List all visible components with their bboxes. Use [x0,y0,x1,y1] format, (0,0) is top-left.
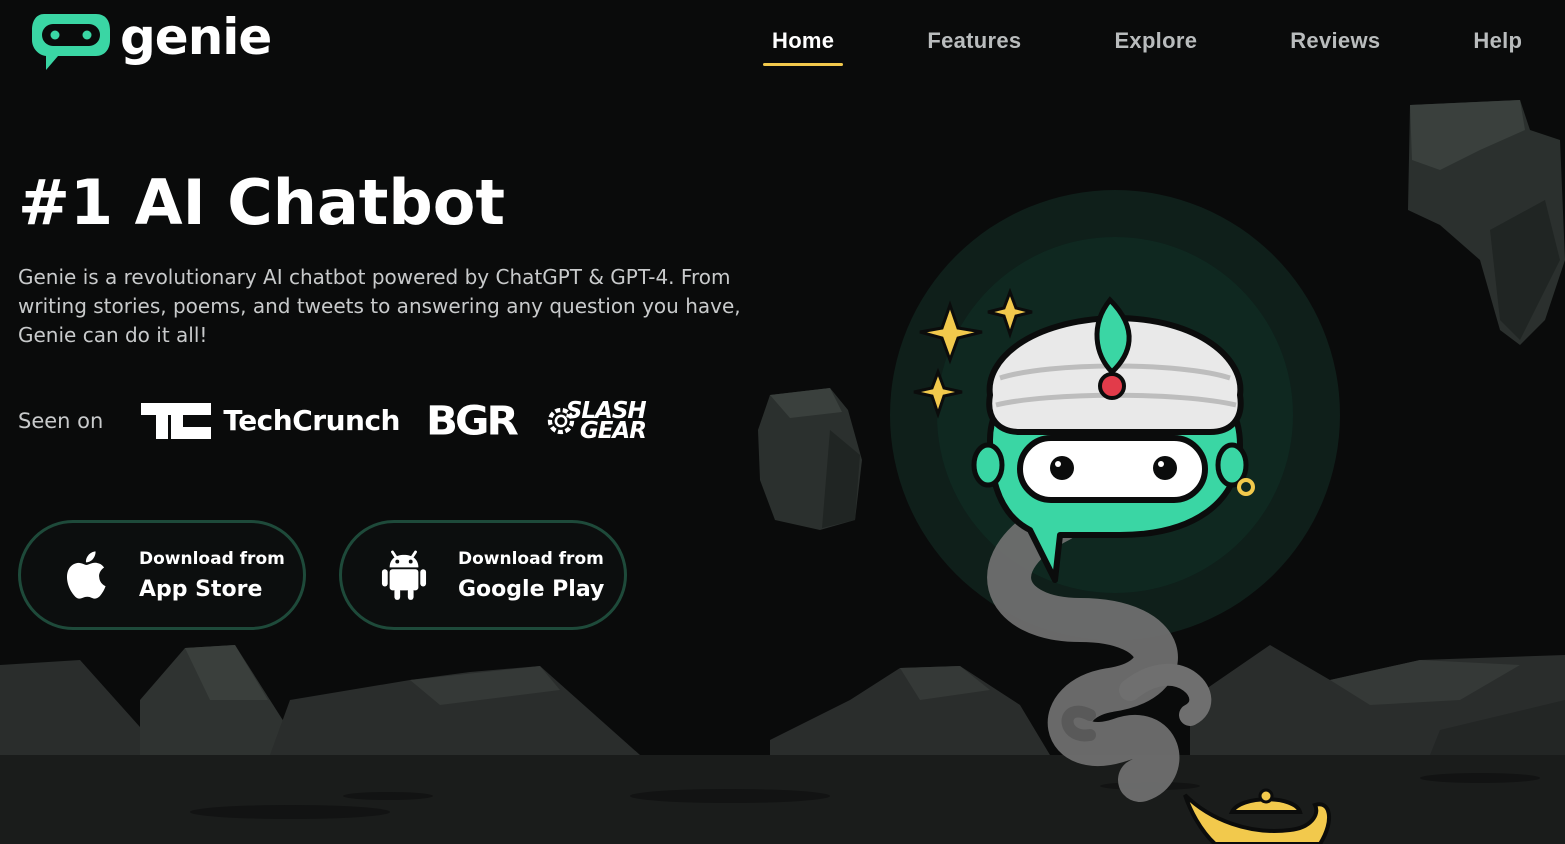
hero-title: #1 AI Chatbot [18,166,506,239]
main-nav: Home Features Explore Reviews Help [760,24,1565,66]
genie-logo-icon [32,14,110,70]
google-play-text: Download from Google Play [458,549,604,602]
brand-name: genie [120,8,272,66]
google-play-caption: Download from [458,548,604,569]
page: genie Home Features Explore Reviews Help… [0,0,1565,844]
app-store-caption: Download from [139,548,285,569]
techcrunch-icon [141,402,212,439]
seen-on-label: Seen on [18,408,104,433]
nav-explore[interactable]: Explore [1102,24,1209,66]
techcrunch-logo-mark [141,402,212,439]
hero-description: Genie is a revolutionary AI chatbot powe… [18,265,741,347]
slashgear-line-2: GEAR [579,417,647,444]
nav-reviews[interactable]: Reviews [1278,24,1392,66]
app-store-button[interactable]: Download from App Store [18,520,306,630]
nav-help[interactable]: Help [1461,24,1534,66]
app-store-label: App Store [139,576,263,602]
slashgear-wordmark: SLASH GEAR [566,399,647,444]
google-play-label: Google Play [458,576,605,602]
techcrunch-wordmark: TechCrunch [223,404,400,437]
nav-home[interactable]: Home [760,24,846,66]
press-logos: TechCrunch BGR SLASH GEAR [141,396,647,445]
brand-logo[interactable]: genie [30,8,272,74]
google-play-button[interactable]: Download from Google Play [339,520,627,630]
apple-icon [59,547,111,603]
app-store-text: Download from App Store [139,549,285,602]
seen-on-row: Seen on TechCrunch BGR SLASH GEAR [18,396,647,445]
slashgear-logo: SLASH GEAR [544,399,647,444]
nav-features[interactable]: Features [915,24,1033,66]
android-icon [378,547,430,603]
bgr-logo: BGR [425,397,519,444]
